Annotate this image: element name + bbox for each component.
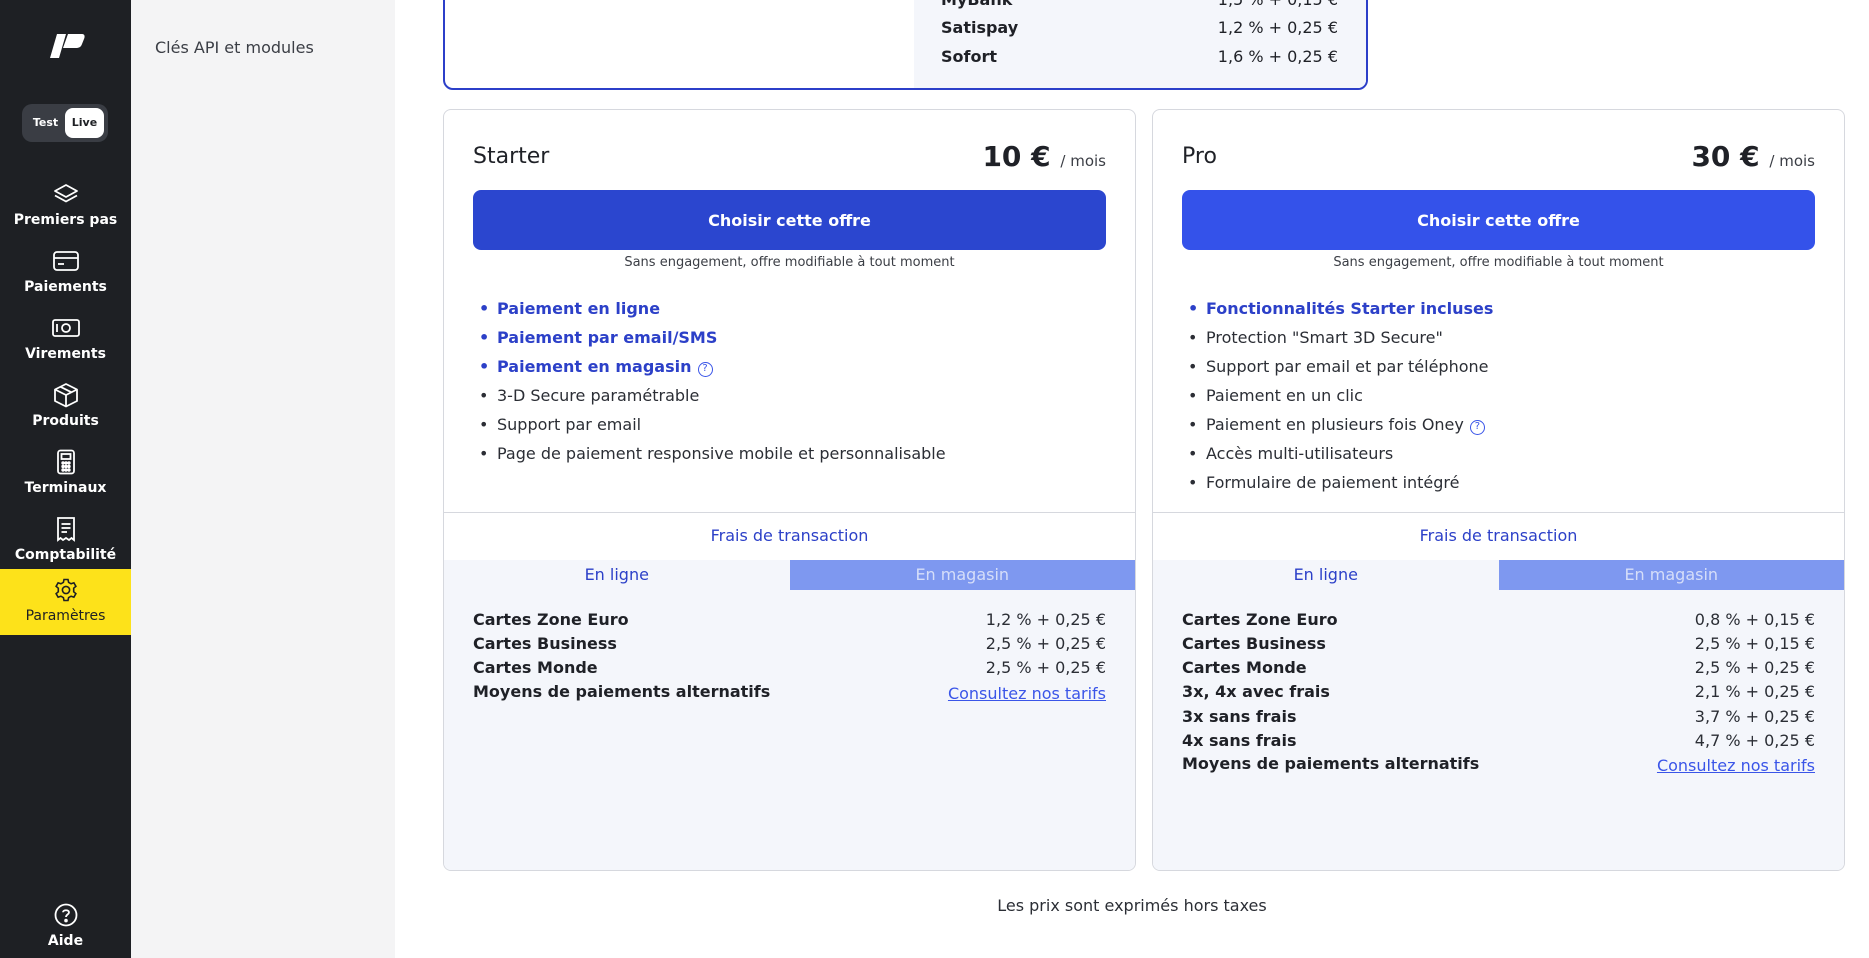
card-icon: [51, 248, 81, 274]
environment-toggle[interactable]: Test Live: [22, 104, 108, 142]
fees-title: Frais de transaction: [710, 526, 869, 545]
feature-item: Accès multi-utilisateurs: [1188, 439, 1493, 468]
receipt-icon: [51, 516, 81, 542]
feature-item: Protection "Smart 3D Secure": [1188, 323, 1493, 352]
box-icon: [51, 382, 81, 408]
plan-card-starter: Starter 10 € / mois Choisir cette offre …: [443, 109, 1136, 871]
feature-item: Formulaire de paiement intégré: [1188, 468, 1493, 497]
plan-card-pro: Pro 30 € / mois Choisir cette offre Sans…: [1152, 109, 1845, 871]
help-circle-icon: [51, 902, 81, 928]
fees-tabs: En ligne En magasin: [444, 560, 1135, 590]
nav-item-paiements[interactable]: Paiements: [0, 240, 131, 306]
fee-row: Moyens de paiements alternatifs Consultez…: [1182, 754, 1815, 775]
feature-list: Paiement en ligne Paiement par email/SMS…: [479, 294, 946, 468]
plan-note: Sans engagement, offre modifiable à tout…: [624, 255, 955, 270]
layers-icon: [51, 181, 81, 207]
choose-starter-button[interactable]: Choisir cette offre: [473, 190, 1106, 250]
gear-icon: [51, 577, 81, 603]
nav-item-terminaux[interactable]: Terminaux: [0, 441, 131, 507]
plan-note: Sans engagement, offre modifiable à tout…: [1333, 255, 1664, 270]
settings-subnav: Clés API et modules: [131, 0, 395, 958]
feature-item: Fonctionnalités Starter incluses: [1188, 294, 1493, 323]
subnav-item-api-keys[interactable]: Clés API et modules: [155, 38, 314, 57]
tab-en-ligne[interactable]: En ligne: [1153, 560, 1499, 590]
feature-list: Fonctionnalités Starter incluses Protect…: [1188, 294, 1493, 497]
feature-item: Support par email: [479, 410, 946, 439]
main-content: MyBank 1,5 % + 0,15 € Satispay 1,2 % + 0…: [395, 0, 1869, 958]
tab-en-magasin[interactable]: En magasin: [789, 560, 1135, 590]
tab-en-ligne[interactable]: En ligne: [444, 560, 790, 590]
nav-item-premiers-pas[interactable]: Premiers pas: [0, 173, 131, 239]
tax-footnote: Les prix sont exprimés hors taxes: [997, 896, 1267, 915]
fees-title: Frais de transaction: [1419, 526, 1578, 545]
feature-item: Paiement par email/SMS: [479, 323, 946, 352]
nav-label: Aide: [47, 933, 84, 949]
feature-item: Paiement en ligne: [479, 294, 946, 323]
feature-item: Paiement en magasin?: [479, 352, 946, 381]
fees-tabs: En ligne En magasin: [1153, 560, 1844, 590]
feature-item: Paiement en un clic: [1188, 381, 1493, 410]
env-test-option[interactable]: Test: [26, 108, 65, 138]
price-period: / mois: [1769, 152, 1815, 170]
help-icon[interactable]: ?: [697, 362, 713, 377]
price-period: / mois: [1060, 152, 1106, 170]
feature-item: Support par email et par téléphone: [1188, 352, 1493, 381]
divider: [1153, 512, 1844, 513]
nav-item-produits[interactable]: Produits: [0, 374, 131, 440]
main-nav: Test Live Premiers pas Paiements Viremen…: [0, 0, 131, 958]
nav-item-comptabilite[interactable]: Comptabilité: [0, 508, 131, 574]
selected-plan-card: MyBank 1,5 % + 0,15 € Satispay 1,2 % + 0…: [443, 0, 1368, 90]
tab-en-magasin[interactable]: En magasin: [1498, 560, 1844, 590]
choose-pro-button[interactable]: Choisir cette offre: [1182, 190, 1815, 250]
nav-item-parametres[interactable]: Paramètres: [0, 569, 131, 635]
terminal-icon: [51, 449, 81, 475]
feature-item: Paiement en plusieurs fois Oney?: [1188, 410, 1493, 439]
fees-panel: [914, 0, 1366, 88]
feature-item: Page de paiement responsive mobile et pe…: [479, 439, 946, 468]
fees-table: Cartes Zone Euro 1,2 % + 0,25 € Cartes Bu…: [444, 590, 1135, 870]
fees-table: Cartes Zone Euro 0,8 % + 0,15 € Cartes Bu…: [1153, 590, 1844, 870]
nav-label: Terminaux: [24, 480, 107, 496]
plan-price: 30 € / mois: [1691, 140, 1815, 173]
nav-label: Comptabilité: [14, 547, 117, 563]
fee-row: Moyens de paiements alternatifs Consultez…: [473, 682, 1106, 703]
tariffs-link[interactable]: Consultez nos tarifs: [1657, 756, 1815, 775]
nav-item-aide[interactable]: Aide: [0, 894, 131, 958]
plan-name: Starter: [473, 144, 550, 169]
divider: [444, 512, 1135, 513]
nav-label: Virements: [25, 346, 106, 362]
feature-item: 3-D Secure paramétrable: [479, 381, 946, 410]
banknote-icon: [51, 315, 81, 341]
nav-label: Paiements: [24, 279, 107, 295]
nav-label: Premiers pas: [13, 212, 118, 228]
tariffs-link[interactable]: Consultez nos tarifs: [948, 684, 1106, 703]
plan-name: Pro: [1182, 144, 1217, 169]
env-live-option[interactable]: Live: [65, 108, 104, 138]
logo-icon[interactable]: [44, 28, 86, 64]
help-icon[interactable]: ?: [1469, 420, 1485, 435]
plan-price: 10 € / mois: [982, 140, 1106, 173]
nav-label: Paramètres: [25, 608, 106, 624]
nav-label: Produits: [32, 413, 99, 429]
nav-item-virements[interactable]: Virements: [0, 307, 131, 373]
